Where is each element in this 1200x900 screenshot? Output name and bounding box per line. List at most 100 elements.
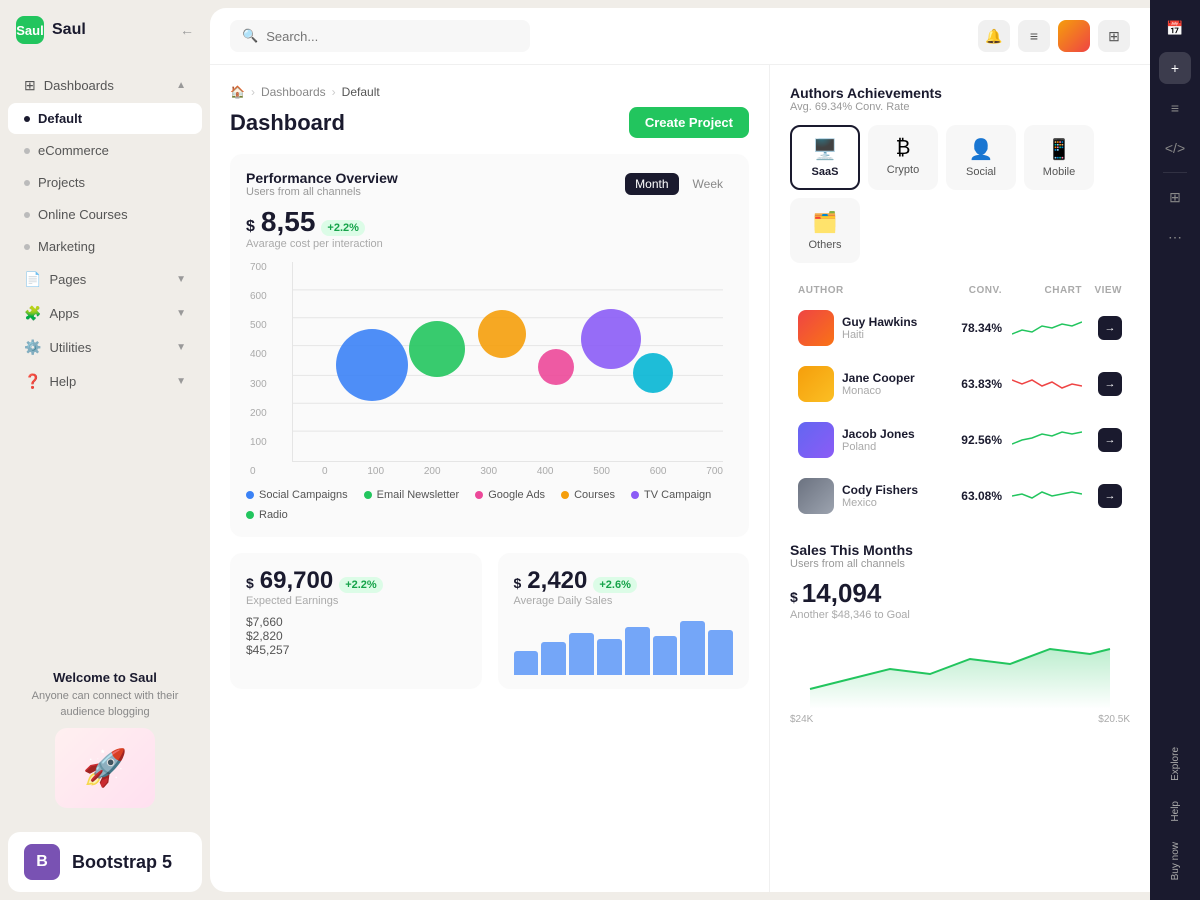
author-chart-4 [1002, 484, 1082, 508]
sidebar-item-utilities[interactable]: ⚙️ Utilities ▼ [8, 331, 202, 364]
sidebar-back-icon[interactable]: ← [180, 22, 194, 38]
sidebar-item-online-courses[interactable]: Online Courses [8, 199, 202, 230]
cat-tab-social[interactable]: 👤 Social [946, 125, 1016, 190]
nav-dot [24, 180, 30, 186]
search-box[interactable]: 🔍 [230, 20, 530, 52]
left-panel: 🏠 › Dashboards › Default Dashboard Creat… [210, 65, 770, 892]
breadcrumb-current: Default [342, 85, 380, 99]
nav-dot [24, 116, 30, 122]
cat-tab-saas[interactable]: 🖥️ SaaS [790, 125, 860, 190]
cat-tab-others[interactable]: 🗂️ Others [790, 198, 860, 263]
help-label[interactable]: Help [1166, 793, 1185, 830]
legend-dot [246, 511, 254, 519]
welcome-subtitle: Anyone can connect with their audience b… [16, 689, 194, 720]
search-input[interactable] [266, 29, 518, 44]
cat-tab-label: Social [966, 166, 996, 178]
settings-icon[interactable]: ≡ [1018, 20, 1050, 52]
chevron-icon: ▼ [176, 274, 186, 285]
bootstrap-badge: B Bootstrap 5 [8, 832, 202, 892]
view-button-3[interactable]: → [1098, 428, 1122, 452]
user-avatar[interactable] [1058, 20, 1090, 52]
sidebar-item-marketing[interactable]: Marketing [8, 231, 202, 262]
sidebar-item-label: Pages [49, 272, 86, 287]
sidebar-item-default[interactable]: Default [8, 103, 202, 134]
author-name: Guy Hawkins [842, 315, 932, 329]
view-button-4[interactable]: → [1098, 484, 1122, 508]
chevron-icon: ▲ [176, 80, 186, 91]
sidebar-footer: Welcome to Saul Anyone can connect with … [0, 654, 210, 824]
legend-dot [561, 491, 569, 499]
more-icon[interactable]: ⊞ [1098, 20, 1130, 52]
author-chart-2 [1002, 372, 1082, 396]
sidebar-item-label: Marketing [38, 239, 95, 254]
legend-social: Social Campaigns [246, 489, 348, 501]
breadcrumb-home[interactable]: 🏠 [230, 85, 245, 99]
calendar-icon[interactable]: 📅 [1159, 12, 1191, 44]
sidebar-item-label: Default [38, 111, 82, 126]
sidebar-item-label: Online Courses [38, 207, 128, 222]
sales-badge: +2.6% [593, 577, 637, 593]
add-icon[interactable]: + [1159, 52, 1191, 84]
legend-dot [475, 491, 483, 499]
menu-icon[interactable]: ≡ [1159, 92, 1191, 124]
notifications-icon[interactable]: 🔔 [978, 20, 1010, 52]
utilities-icon: ⚙️ [24, 339, 41, 356]
bubble-ads [478, 310, 526, 358]
legend-radio: Radio [246, 509, 288, 521]
page-title: Dashboard [230, 110, 345, 136]
sidebar-item-label: Help [49, 374, 76, 389]
author-name: Jane Cooper [842, 371, 932, 385]
sales-chart [790, 629, 1130, 709]
create-project-button[interactable]: Create Project [629, 107, 749, 138]
cat-tab-mobile[interactable]: 📱 Mobile [1024, 125, 1094, 190]
sidebar-item-label: Dashboards [44, 78, 114, 93]
sidebar-item-apps[interactable]: 🧩 Apps ▼ [8, 297, 202, 330]
earnings-badge: +2.2% [339, 577, 383, 593]
sidebar-item-pages[interactable]: 📄 Pages ▼ [8, 263, 202, 296]
sales-number: 14,094 [802, 578, 882, 609]
author-view-3: → [1082, 428, 1122, 452]
sidebar-item-help[interactable]: ❓ Help ▼ [8, 365, 202, 398]
buy-now-label[interactable]: Buy now [1166, 834, 1185, 888]
grid-icon: ⊞ [24, 77, 36, 94]
grid-icon[interactable]: ⊞ [1159, 181, 1191, 213]
currency-symbol: $ [246, 218, 255, 236]
author-chart-1 [1002, 316, 1082, 340]
sidebar-item-projects[interactable]: Projects [8, 167, 202, 198]
tab-month[interactable]: Month [625, 173, 678, 195]
period-tabs: Month Week [625, 173, 733, 195]
breadcrumb-dashboards[interactable]: Dashboards [261, 85, 326, 99]
author-conv-3: 92.56% [932, 433, 1002, 447]
bootstrap-label: Bootstrap 5 [72, 852, 172, 873]
author-location: Haiti [842, 329, 932, 341]
sparkline-4 [1012, 484, 1082, 508]
legend-tv: TV Campaign [631, 489, 711, 501]
apps-icon: 🧩 [24, 305, 41, 322]
code-icon[interactable]: </> [1159, 132, 1191, 164]
metric-badge: +2.2% [321, 220, 365, 236]
right-sidebar: 📅 + ≡ </> ⊞ ⋯ Explore Help Buy now [1150, 0, 1200, 900]
author-view-1: → [1082, 316, 1122, 340]
dots-icon[interactable]: ⋯ [1159, 221, 1191, 253]
legend-dot [364, 491, 372, 499]
chart-y-labels: 700 600 500 400 300 200 100 0 [250, 262, 267, 477]
view-button-2[interactable]: → [1098, 372, 1122, 396]
sidebar-item-dashboards[interactable]: ⊞ Dashboards ▲ [8, 69, 202, 102]
author-info-4: Cody Fishers Mexico [842, 483, 932, 509]
legend-label: Google Ads [488, 489, 545, 501]
sales-value: $ 14,094 [790, 578, 1130, 609]
rs-labels: Explore Help Buy now [1166, 739, 1185, 888]
earnings-value: $ 69,700 +2.2% [246, 567, 466, 595]
sales-label: Average Daily Sales [514, 595, 734, 607]
chevron-icon: ▼ [176, 376, 186, 387]
sidebar-item-ecommerce[interactable]: eCommerce [8, 135, 202, 166]
explore-label[interactable]: Explore [1166, 739, 1185, 789]
sidebar-item-label: Utilities [49, 340, 91, 355]
earnings-number: 69,700 [260, 567, 333, 595]
nav-dot [24, 244, 30, 250]
view-button-1[interactable]: → [1098, 316, 1122, 340]
cat-tab-crypto[interactable]: ₿ Crypto [868, 125, 938, 190]
tab-week[interactable]: Week [683, 173, 733, 195]
daily-sales-card: $ 2,420 +2.6% Average Daily Sales [498, 553, 750, 689]
welcome-title: Welcome to Saul [16, 670, 194, 685]
